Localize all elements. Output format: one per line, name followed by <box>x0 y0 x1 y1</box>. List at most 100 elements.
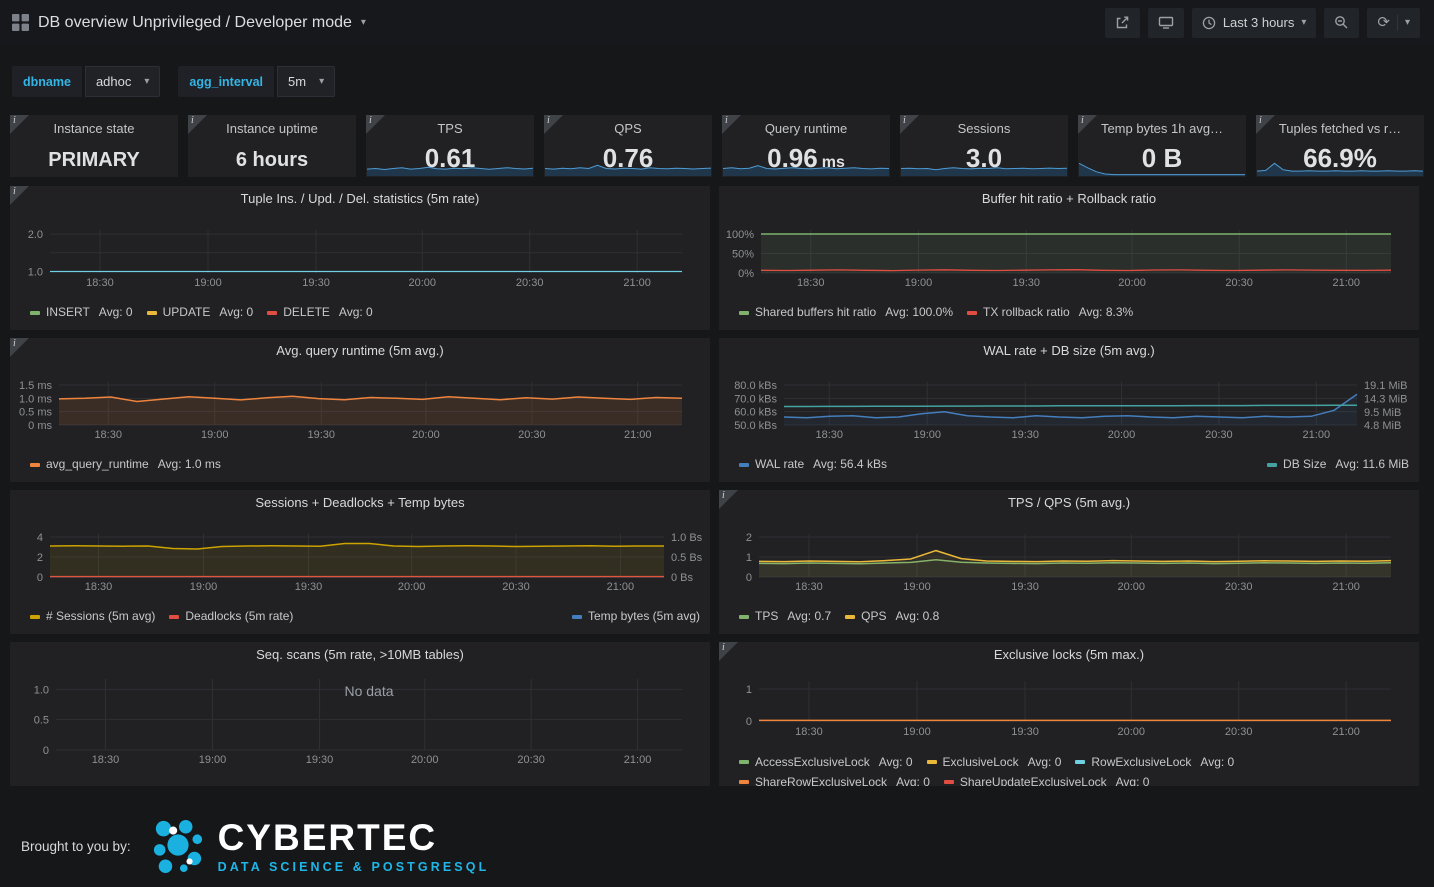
stat-title[interactable]: Instance state <box>10 121 178 136</box>
legend-stat: Avg: 0 <box>99 303 133 322</box>
info-icon[interactable]: i <box>900 115 919 134</box>
navbar-right: Last 3 hours ▾ ⟳ ▾ <box>1105 8 1420 38</box>
svg-text:0.5: 0.5 <box>34 715 49 727</box>
info-icon[interactable]: i <box>366 115 385 134</box>
legend-item[interactable]: ShareRowExclusiveLockAvg: 0 <box>739 772 930 786</box>
chart-svg: 18:3019:0019:3020:0020:3021:001.5 ms1.0 … <box>10 364 710 448</box>
panel-title[interactable]: Buffer hit ratio + Rollback ratio <box>719 191 1419 206</box>
panel-title[interactable]: TPS / QPS (5m avg.) <box>719 495 1419 510</box>
legend-item[interactable]: TPSAvg: 0.7 <box>739 607 831 626</box>
legend-item[interactable]: RowExclusiveLockAvg: 0 <box>1075 752 1234 772</box>
chart-avg-query-runtime[interactable]: 18:3019:0019:3020:0020:3021:001.5 ms1.0 … <box>10 364 710 448</box>
zoom-out-button[interactable] <box>1324 8 1359 38</box>
cybertec-logo[interactable]: CYBERTEC DATA SCIENCE & POSTGRESQL <box>151 817 490 875</box>
legend-color-swatch <box>147 311 157 315</box>
legend-color-swatch <box>267 311 277 315</box>
stat-title[interactable]: TPS <box>366 121 534 136</box>
panel-title[interactable]: Avg. query runtime (5m avg.) <box>10 343 710 358</box>
stat-title[interactable]: Tuples fetched vs r… <box>1256 121 1424 136</box>
legend-item[interactable]: DELETEAvg: 0 <box>267 303 373 322</box>
info-icon[interactable]: i <box>10 186 29 205</box>
info-icon[interactable]: i <box>188 115 207 134</box>
legend-item[interactable]: UPDATEAvg: 0 <box>147 303 254 322</box>
legend: AccessExclusiveLockAvg: 0 ExclusiveLockAv… <box>739 752 1409 786</box>
stat-title[interactable]: Temp bytes 1h avg… <box>1078 121 1246 136</box>
legend-item[interactable]: WAL rateAvg: 56.4 kBs <box>739 455 887 474</box>
tv-mode-button[interactable] <box>1148 8 1184 38</box>
chart-svg: 18:3019:0019:3020:0020:3021:001.00.50No … <box>10 668 710 768</box>
chart-buffer-hit-rollback[interactable]: 18:3019:0019:3020:0020:3021:00100%50%0% <box>719 212 1419 296</box>
info-icon[interactable]: i <box>719 490 738 509</box>
variable-dbname[interactable]: dbname adhoc▾ <box>12 66 160 97</box>
variable-value-dropdown[interactable]: adhoc▾ <box>85 66 160 97</box>
svg-text:19:00: 19:00 <box>199 754 227 766</box>
legend-label: Shared buffers hit ratio <box>755 303 876 322</box>
stat-title[interactable]: QPS <box>544 121 712 136</box>
dashboard-title[interactable]: DB overview Unprivileged / Developer mod… <box>38 14 352 32</box>
info-icon[interactable]: i <box>544 115 563 134</box>
panel-title[interactable]: Tuple Ins. / Upd. / Del. statistics (5m … <box>10 191 710 206</box>
panel-title[interactable]: WAL rate + DB size (5m avg.) <box>719 343 1419 358</box>
panel-sessions-deadlocks-temp: Sessions + Deadlocks + Temp bytes 18:301… <box>10 490 710 634</box>
legend-label: ExclusiveLock <box>943 752 1019 772</box>
chart-tps-qps[interactable]: 18:3019:0019:3020:0020:3021:00210 <box>719 516 1419 600</box>
chart-seq-scans[interactable]: 18:3019:0019:3020:0020:3021:001.00.50No … <box>10 668 710 768</box>
legend-item[interactable]: INSERTAvg: 0 <box>30 303 133 322</box>
legend-stat: Avg: 0.8 <box>896 607 940 626</box>
legend-item[interactable]: Temp bytes (5m avg) <box>572 607 700 626</box>
variable-value-dropdown[interactable]: 5m▾ <box>277 66 335 97</box>
refresh-caret-icon[interactable]: ▾ <box>1405 17 1410 28</box>
legend-item[interactable]: ExclusiveLockAvg: 0 <box>927 752 1062 772</box>
chart-exclusive-locks[interactable]: 18:3019:0019:3020:0020:3021:0010 <box>719 668 1419 742</box>
stat-panel-tuples-fetched: i Tuples fetched vs r… 66.9% <box>1256 115 1424 177</box>
svg-text:1.0 Bs: 1.0 Bs <box>671 532 703 544</box>
legend-item[interactable]: DB SizeAvg: 11.6 MiB <box>1267 455 1409 474</box>
stat-title[interactable]: Query runtime <box>722 121 890 136</box>
stat-title[interactable]: Sessions <box>900 121 1068 136</box>
panel-title[interactable]: Sessions + Deadlocks + Temp bytes <box>10 495 710 510</box>
info-icon[interactable]: i <box>10 338 29 357</box>
svg-text:0: 0 <box>37 572 43 584</box>
legend-item[interactable]: TX rollback ratioAvg: 8.3% <box>967 303 1133 322</box>
legend-label: # Sessions (5m avg) <box>46 607 155 626</box>
stat-sparkline <box>189 160 355 176</box>
legend-label: AccessExclusiveLock <box>755 752 870 772</box>
sparkline-svg <box>1257 160 1423 176</box>
brought-to-you-by-label: Brought to you by: <box>21 839 131 854</box>
info-icon[interactable]: i <box>722 115 741 134</box>
chart-wal-rate-db-size[interactable]: 18:3019:0019:3020:0020:3021:0080.0 kBs70… <box>719 364 1419 448</box>
refresh-button[interactable]: ⟳ ▾ <box>1367 8 1420 38</box>
time-range-button[interactable]: Last 3 hours ▾ <box>1192 8 1317 38</box>
legend-item[interactable]: avg_query_runtimeAvg: 1.0 ms <box>30 455 221 474</box>
svg-text:1: 1 <box>746 684 752 696</box>
legend-item[interactable]: AccessExclusiveLockAvg: 0 <box>739 752 913 772</box>
chevron-down-icon: ▾ <box>319 76 324 87</box>
legend-item[interactable]: Shared buffers hit ratioAvg: 100.0% <box>739 303 953 322</box>
variable-value: adhoc <box>96 74 131 89</box>
panel-title[interactable]: Exclusive locks (5m max.) <box>719 647 1419 662</box>
cybertec-wordmark: CYBERTEC <box>218 819 490 856</box>
legend-stat: Avg: 1.0 ms <box>158 455 221 474</box>
chart-tuple-statistics[interactable]: 18:3019:0019:3020:0020:3021:002.01.0 <box>10 212 710 296</box>
title-caret-icon[interactable]: ▾ <box>361 17 366 28</box>
legend-item[interactable]: QPSAvg: 0.8 <box>845 607 939 626</box>
sparkline-svg <box>545 160 711 176</box>
legend-item[interactable]: Deadlocks (5m rate) <box>169 607 293 626</box>
info-icon[interactable]: i <box>719 642 738 661</box>
chart-sessions-deadlocks-temp[interactable]: 18:3019:0019:3020:0020:3021:004201.0 Bs0… <box>10 516 710 600</box>
legend-item[interactable]: ShareUpdateExclusiveLockAvg: 0 <box>944 772 1150 786</box>
svg-text:50.0 kBs: 50.0 kBs <box>734 420 777 432</box>
legend-item[interactable]: # Sessions (5m avg) <box>30 607 155 626</box>
dashboards-grid-icon[interactable] <box>12 14 29 31</box>
svg-text:0 Bs: 0 Bs <box>671 572 694 584</box>
info-icon[interactable]: i <box>1256 115 1275 134</box>
stat-title[interactable]: Instance uptime <box>188 121 356 136</box>
info-icon[interactable]: i <box>10 115 29 134</box>
legend-stat: Avg: 0.7 <box>787 607 831 626</box>
svg-text:18:30: 18:30 <box>86 277 114 289</box>
variable-agg-interval[interactable]: agg_interval 5m▾ <box>178 66 335 97</box>
share-button[interactable] <box>1105 8 1140 38</box>
info-icon[interactable]: i <box>1078 115 1097 134</box>
panel-title[interactable]: Seq. scans (5m rate, >10MB tables) <box>10 647 710 662</box>
legend-color-swatch <box>1267 463 1277 467</box>
